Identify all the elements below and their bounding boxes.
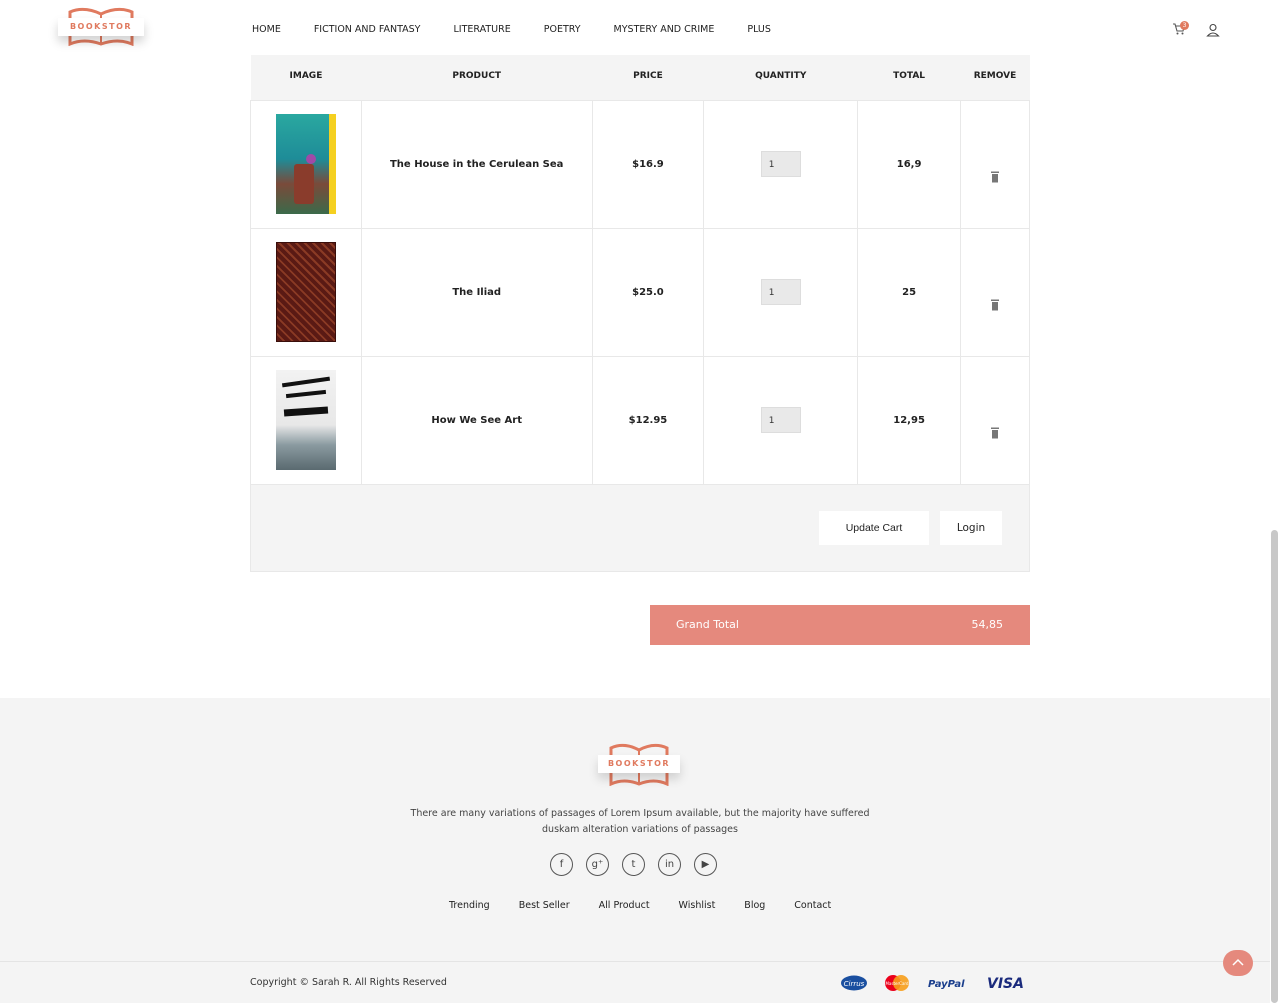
cart-table-container: IMAGE PRODUCT PRICE QUANTITY TOTAL REMOV… [250, 52, 1030, 572]
header-total: TOTAL [857, 52, 961, 100]
quantity-cell: 1 [703, 355, 859, 485]
grand-total-value: 54,85 [971, 618, 1004, 631]
svg-text:PayPal: PayPal [928, 979, 965, 990]
header-price: PRICE [592, 52, 704, 100]
grand-total-label: Grand Total [676, 618, 739, 631]
header-image: IMAGE [250, 52, 362, 100]
footer-link-contact[interactable]: Contact [794, 900, 831, 911]
trash-icon[interactable] [990, 171, 1000, 183]
image-cell [250, 227, 362, 357]
nav-home[interactable]: HOME [252, 24, 281, 35]
footer-divider [0, 961, 1270, 962]
cirrus-icon: Cirrus [841, 975, 867, 991]
footer-link-trending[interactable]: Trending [449, 900, 490, 911]
linkedin-icon[interactable]: in [658, 853, 681, 876]
remove-cell [960, 355, 1030, 485]
svg-text:VISA: VISA [987, 976, 1024, 991]
cart-header-row: IMAGE PRODUCT PRICE QUANTITY TOTAL REMOV… [250, 52, 1030, 100]
footer-link-best-seller[interactable]: Best Seller [519, 900, 570, 911]
trash-icon[interactable] [990, 427, 1000, 439]
nav-literature[interactable]: LITERATURE [453, 24, 510, 35]
svg-text:MasterCard: MasterCard [885, 981, 908, 986]
login-button[interactable]: Login [940, 510, 1002, 545]
chevron-up-icon [1232, 958, 1244, 966]
row-total: 25 [857, 227, 962, 357]
book-cover-image[interactable] [275, 114, 336, 214]
main-nav: HOME FICTION AND FANTASY LITERATURE POET… [252, 24, 804, 35]
grand-total-bar: Grand Total 54,85 [650, 605, 1030, 645]
quantity-cell: 1 [703, 99, 859, 229]
scroll-to-top-button[interactable] [1223, 950, 1253, 976]
social-links: f g⁺ t in ▶ [550, 853, 730, 876]
site-header: BOOKSTOR HOME FICTION AND FANTASY LITERA… [0, 0, 1280, 55]
paypal-icon: PayPal [928, 979, 965, 990]
update-cart-button[interactable]: Update Cart [819, 510, 929, 545]
svg-text:Cirrus: Cirrus [844, 980, 865, 988]
product-name[interactable]: The Iliad [360, 227, 593, 357]
youtube-icon[interactable]: ▶ [694, 853, 717, 876]
book-cover-image[interactable] [275, 242, 336, 342]
row-total: 12,95 [857, 355, 962, 485]
cart-actions: Update Cart Login [250, 484, 1030, 572]
footer-description: There are many variations of passages of… [410, 808, 870, 835]
brand-logo[interactable]: BOOKSTOR [58, 6, 144, 48]
trash-icon[interactable] [990, 299, 1000, 311]
image-cell [250, 99, 362, 229]
footer-links: Trending Best Seller All Product Wishlis… [449, 900, 860, 911]
table-row: How We See Art $12.95 1 12,95 [250, 355, 1030, 485]
visa-icon: VISA [987, 976, 1024, 991]
table-row: The House in the Cerulean Sea $16.9 1 16… [250, 99, 1030, 229]
nav-poetry[interactable]: POETRY [544, 24, 581, 35]
product-name[interactable]: The House in the Cerulean Sea [360, 99, 593, 229]
copyright-text: Copyright © Sarah R. All Rights Reserved [250, 977, 447, 988]
product-price: $16.9 [591, 99, 705, 229]
product-price: $12.95 [591, 355, 705, 485]
site-footer: BOOKSTOR There are many variations of pa… [0, 698, 1270, 1003]
nav-plus[interactable]: PLUS [747, 24, 771, 35]
payment-methods: Cirrus MasterCard PayPal VISA [840, 974, 1024, 992]
table-row: The Iliad $25.0 1 25 [250, 227, 1030, 357]
product-price: $25.0 [591, 227, 705, 357]
header-remove: REMOVE [960, 52, 1030, 100]
footer-link-wishlist[interactable]: Wishlist [679, 900, 716, 911]
footer-link-blog[interactable]: Blog [744, 900, 765, 911]
logo-text: BOOKSTOR [69, 22, 133, 31]
quantity-cell: 1 [703, 227, 859, 357]
remove-cell [960, 227, 1030, 357]
google-plus-icon[interactable]: g⁺ [586, 853, 609, 876]
cart-table: IMAGE PRODUCT PRICE QUANTITY TOTAL REMOV… [250, 52, 1030, 485]
tumblr-icon[interactable]: t [622, 853, 645, 876]
footer-logo[interactable]: BOOKSTOR [598, 742, 680, 788]
footer-link-all-product[interactable]: All Product [599, 900, 650, 911]
user-icon[interactable] [1206, 23, 1220, 37]
book-cover-image[interactable] [275, 370, 336, 470]
logo-text: BOOKSTOR [607, 759, 671, 768]
quantity-input[interactable]: 1 [760, 279, 801, 305]
quantity-input[interactable]: 1 [760, 407, 801, 433]
facebook-icon[interactable]: f [550, 853, 573, 876]
row-total: 16,9 [857, 99, 962, 229]
mastercard-icon: MasterCard [885, 975, 909, 991]
header-product: PRODUCT [361, 52, 593, 100]
header-quantity: QUANTITY [703, 52, 858, 100]
nav-fiction-and-fantasy[interactable]: FICTION AND FANTASY [314, 24, 421, 35]
nav-mystery-and-crime[interactable]: MYSTERY AND CRIME [614, 24, 715, 35]
image-cell [250, 355, 362, 485]
quantity-input[interactable]: 1 [760, 151, 801, 177]
product-name[interactable]: How We See Art [360, 355, 593, 485]
remove-cell [960, 99, 1030, 229]
cart-count-badge: 3 [1180, 21, 1189, 30]
page-scrollbar[interactable] [1271, 530, 1278, 1003]
